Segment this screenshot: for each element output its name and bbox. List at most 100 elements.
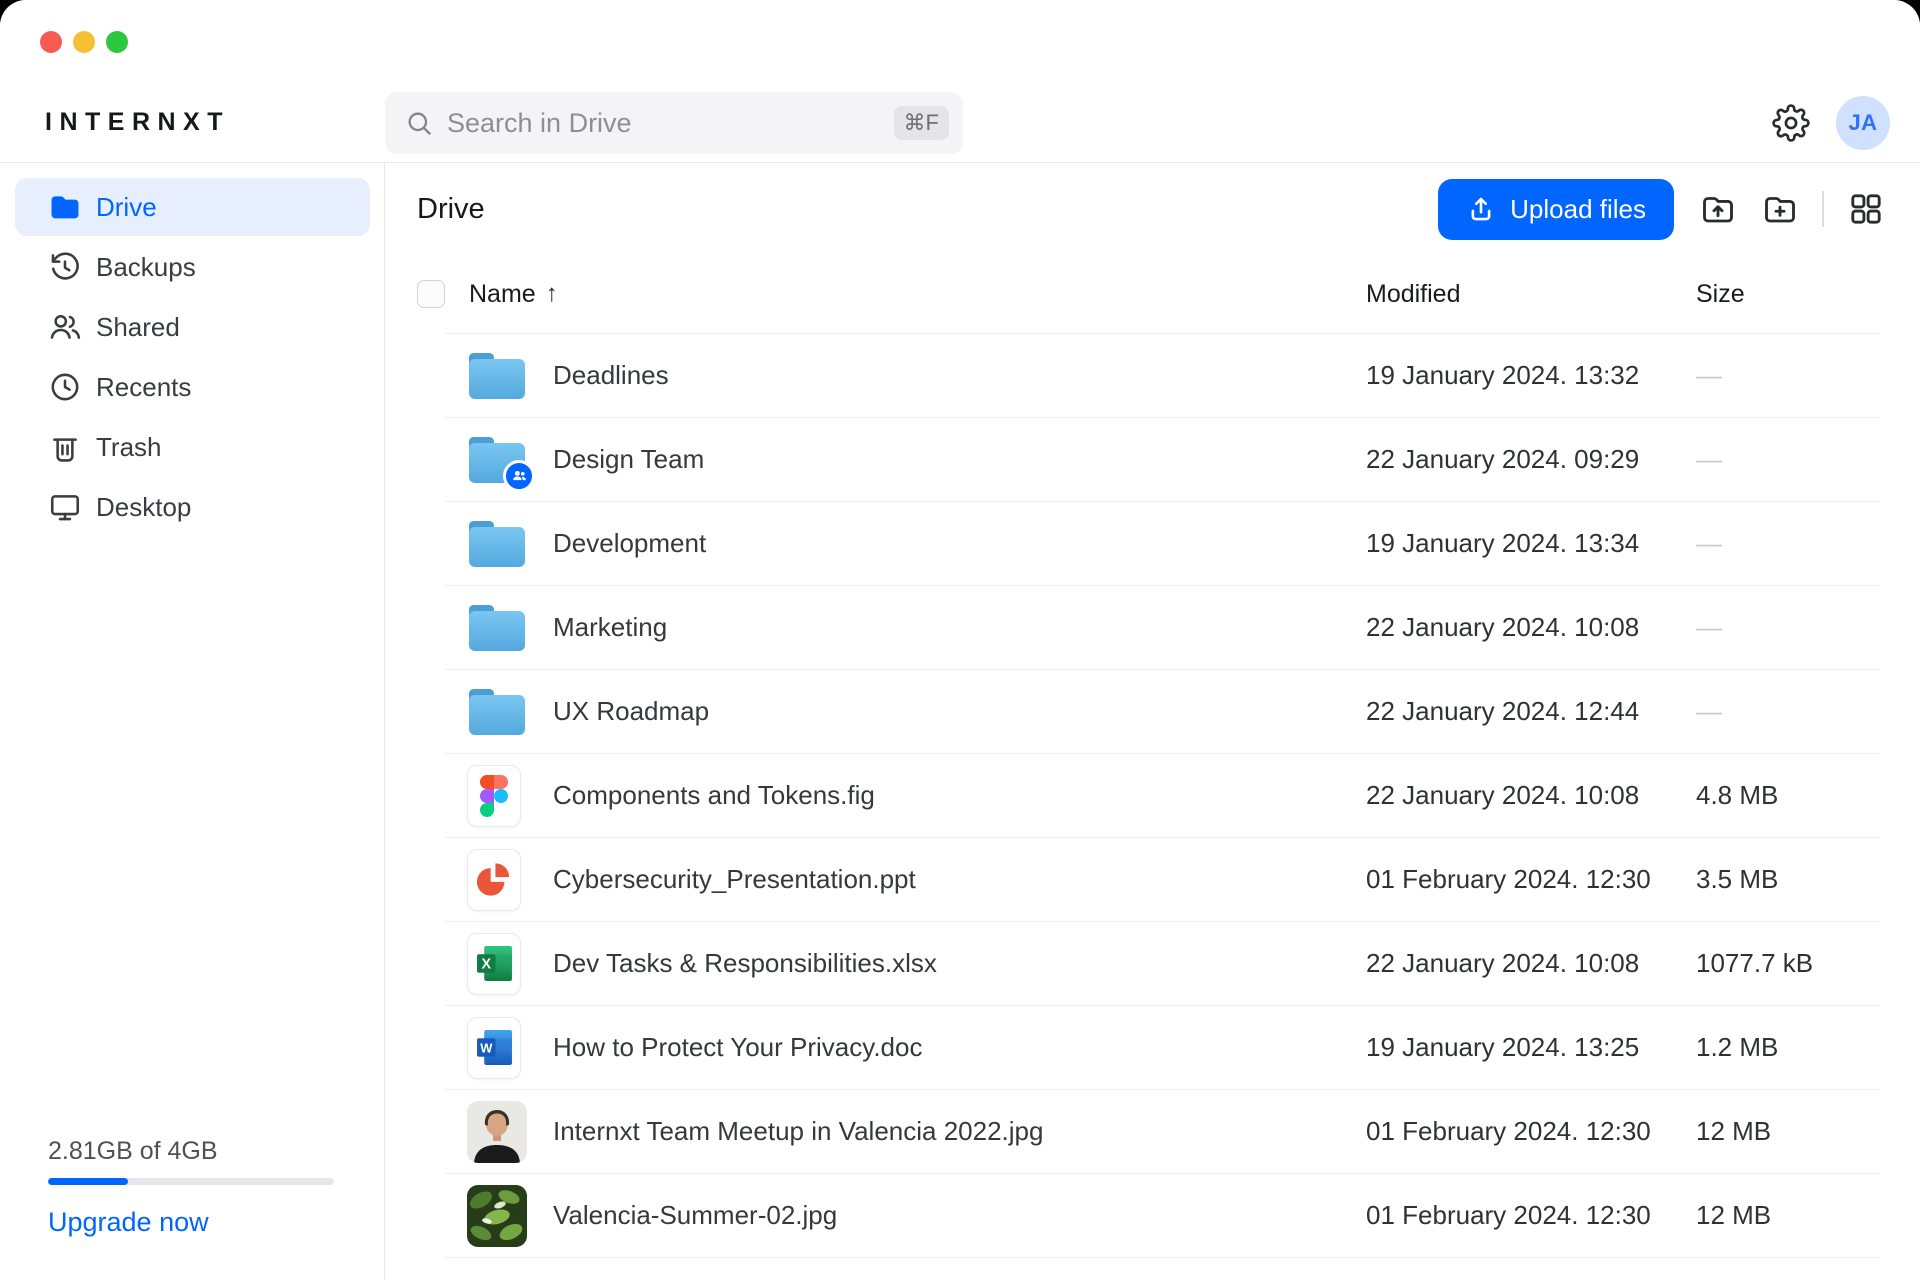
file-size: 12 MB xyxy=(1696,1116,1880,1147)
search-bar[interactable]: ⌘F xyxy=(385,92,963,154)
file-modified-date: 22 January 2024. 10:08 xyxy=(1366,612,1696,643)
file-row[interactable]: Cybersecurity_Presentation.ppt 01 Februa… xyxy=(445,837,1880,921)
file-modified-date: 22 January 2024. 12:44 xyxy=(1366,696,1696,727)
file-icon-cell xyxy=(445,765,553,827)
svg-text:X: X xyxy=(481,957,491,973)
close-window-button[interactable] xyxy=(40,31,62,53)
file-name: Marketing xyxy=(553,612,1366,643)
file-row[interactable]: Internxt Team Meetup in Valencia 2022.jp… xyxy=(445,1089,1880,1173)
sidebar-item-drive[interactable]: Drive xyxy=(15,178,370,236)
upload-files-button[interactable]: Upload files xyxy=(1438,179,1674,240)
column-header-modified[interactable]: Modified xyxy=(1366,280,1696,309)
file-list: Deadlines 19 January 2024. 13:32 — xyxy=(445,333,1880,1258)
search-input[interactable] xyxy=(447,92,894,154)
grid-view-button[interactable] xyxy=(1848,191,1884,227)
sidebar-item-label: Drive xyxy=(96,192,157,223)
select-all-checkbox[interactable] xyxy=(417,280,445,308)
photo-thumbnail-person xyxy=(467,1101,527,1163)
storage-usage-text: 2.81GB of 4GB xyxy=(48,1137,334,1166)
desktop-icon xyxy=(48,490,82,524)
zoom-window-button[interactable] xyxy=(106,31,128,53)
file-modified-date: 22 January 2024. 09:29 xyxy=(1366,444,1696,475)
search-shortcut-badge: ⌘F xyxy=(894,106,949,140)
sidebar-item-shared[interactable]: Shared xyxy=(15,298,370,356)
file-row[interactable]: Valencia-Summer-02.jpg 01 February 2024.… xyxy=(445,1173,1880,1257)
file-size: — xyxy=(1696,360,1880,391)
file-name: Internxt Team Meetup in Valencia 2022.jp… xyxy=(553,1116,1366,1147)
window-controls xyxy=(40,31,128,53)
file-name: Cybersecurity_Presentation.ppt xyxy=(553,864,1366,895)
storage-progress-bar xyxy=(48,1178,334,1185)
page-title: Drive xyxy=(417,193,485,226)
content-header: Drive Upload files xyxy=(385,163,1920,255)
excel-file-icon: X xyxy=(467,933,521,995)
upgrade-link[interactable]: Upgrade now xyxy=(48,1207,209,1238)
file-size: — xyxy=(1696,612,1880,643)
sidebar-item-trash[interactable]: Trash xyxy=(15,418,370,476)
minimize-window-button[interactable] xyxy=(73,31,95,53)
sidebar-item-label: Shared xyxy=(96,312,180,343)
file-row[interactable]: UX Roadmap 22 January 2024. 12:44 — xyxy=(445,669,1880,753)
photo-thumbnail-leaves xyxy=(467,1185,527,1247)
upload-files-label: Upload files xyxy=(1510,194,1646,225)
file-icon-cell xyxy=(445,352,553,400)
avatar[interactable]: JA xyxy=(1836,96,1890,150)
file-name: Valencia-Summer-02.jpg xyxy=(553,1200,1366,1231)
file-icon-cell: W xyxy=(445,1017,553,1079)
upload-folder-button[interactable] xyxy=(1700,191,1736,227)
folder-icon xyxy=(48,190,82,224)
sort-ascending-icon: ↑ xyxy=(546,280,558,308)
sidebar-item-backups[interactable]: Backups xyxy=(15,238,370,296)
gear-icon xyxy=(1772,104,1810,142)
trash-icon xyxy=(48,430,82,464)
settings-button[interactable] xyxy=(1772,104,1810,142)
file-row[interactable]: W How to Protect Your Privacy.doc 19 Jan… xyxy=(445,1005,1880,1089)
toolbar-divider xyxy=(1822,191,1824,227)
storage-progress-fill xyxy=(48,1178,128,1185)
new-folder-button[interactable] xyxy=(1762,191,1798,227)
storage-panel: 2.81GB of 4GB Upgrade now xyxy=(48,1137,334,1238)
file-name: Deadlines xyxy=(553,360,1366,391)
file-row[interactable]: Components and Tokens.fig 22 January 202… xyxy=(445,753,1880,837)
file-size: 1.2 MB xyxy=(1696,1032,1880,1063)
folder-icon xyxy=(467,688,527,736)
file-row[interactable]: Design Team 22 January 2024. 09:29 — xyxy=(445,417,1880,501)
file-row[interactable]: Development 19 January 2024. 13:34 — xyxy=(445,501,1880,585)
upload-icon xyxy=(1466,194,1496,224)
folder-icon xyxy=(467,352,527,400)
file-name: UX Roadmap xyxy=(553,696,1366,727)
file-name: Components and Tokens.fig xyxy=(553,780,1366,811)
main-content: Drive Upload files xyxy=(385,163,1920,1280)
file-modified-date: 19 January 2024. 13:34 xyxy=(1366,528,1696,559)
file-icon-cell: X xyxy=(445,933,553,995)
file-row[interactable]: X Dev Tasks & Responsibilities.xlsx 22 J… xyxy=(445,921,1880,1005)
folder-icon xyxy=(467,604,527,652)
file-size: — xyxy=(1696,444,1880,475)
column-header-size[interactable]: Size xyxy=(1696,280,1880,309)
svg-text:W: W xyxy=(480,1041,493,1056)
file-icon-cell xyxy=(445,436,553,484)
file-row[interactable]: Marketing 22 January 2024. 10:08 — xyxy=(445,585,1880,669)
upload-folder-icon xyxy=(1700,191,1736,227)
file-row[interactable]: Deadlines 19 January 2024. 13:32 — xyxy=(445,333,1880,417)
folder-icon xyxy=(467,520,527,568)
column-header-name[interactable]: Name ↑ xyxy=(469,280,1366,309)
file-icon-cell xyxy=(445,849,553,911)
word-file-icon: W xyxy=(467,1017,521,1079)
sidebar-item-desktop[interactable]: Desktop xyxy=(15,478,370,536)
file-size: 1077.7 kB xyxy=(1696,948,1880,979)
topbar: INTERNXT ⌘F JA xyxy=(0,0,1920,163)
topbar-actions: JA xyxy=(1772,92,1890,154)
file-icon-cell xyxy=(445,1185,553,1247)
new-folder-icon xyxy=(1762,191,1798,227)
shared-badge-icon xyxy=(503,460,535,492)
figma-file-icon xyxy=(467,765,521,827)
file-icon-cell xyxy=(445,604,553,652)
file-icon-cell xyxy=(445,688,553,736)
table-header: Name ↑ Modified Size xyxy=(385,255,1920,333)
shared-folder-icon xyxy=(467,436,527,484)
sidebar-item-recents[interactable]: Recents xyxy=(15,358,370,416)
file-icon-cell xyxy=(445,1101,553,1163)
clock-icon xyxy=(48,370,82,404)
file-modified-date: 19 January 2024. 13:32 xyxy=(1366,360,1696,391)
